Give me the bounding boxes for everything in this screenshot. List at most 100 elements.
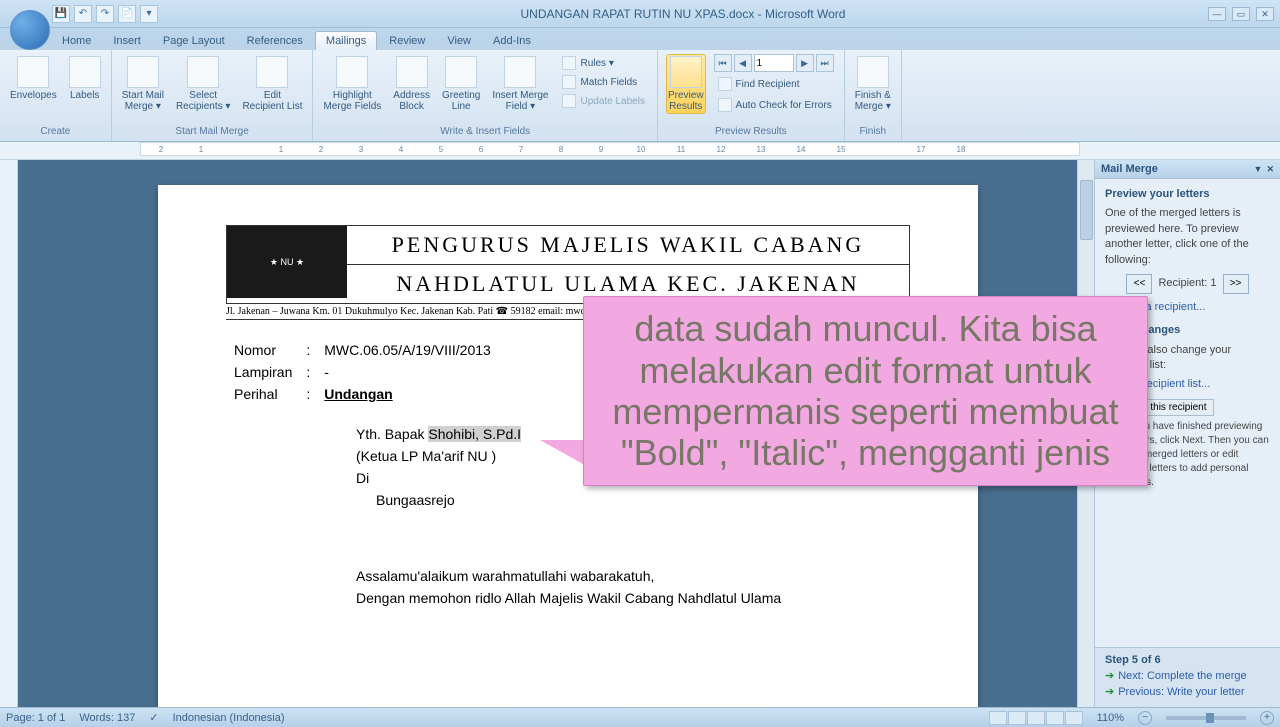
ribbon-tabs: Home Insert Page Layout References Maili… <box>0 28 1280 50</box>
taskpane-dropdown-icon[interactable]: ▼ <box>1254 164 1263 175</box>
start-mail-merge-button[interactable]: Start Mail Merge ▾ <box>120 54 166 114</box>
tp-next-link[interactable]: ➔Next: Complete the merge <box>1105 669 1270 682</box>
qat-customize-icon[interactable]: ▾ <box>140 5 158 23</box>
view-buttons <box>989 711 1083 725</box>
yth-prefix: Yth. Bapak <box>356 426 428 442</box>
scroll-thumb[interactable] <box>1080 180 1093 240</box>
zoom-in-button[interactable]: + <box>1260 711 1274 725</box>
auto-check-errors-button[interactable]: Auto Check for Errors <box>714 96 836 114</box>
para-line: Dengan memohon ridlo Allah Majelis Wakil… <box>356 590 910 606</box>
last-record-button[interactable]: ⏭ <box>816 54 834 72</box>
statusbar: Page: 1 of 1 Words: 137 ✓ Indonesian (In… <box>0 707 1280 727</box>
view-full-screen[interactable] <box>1008 711 1026 725</box>
highlight-icon <box>336 56 368 88</box>
rules-button[interactable]: Rules ▾ <box>558 54 649 72</box>
undo-icon[interactable]: ↶ <box>74 5 92 23</box>
tab-mailings[interactable]: Mailings <box>315 31 377 50</box>
taskpane-close-icon[interactable]: ✕ <box>1266 164 1274 175</box>
maximize-button[interactable]: ▭ <box>1232 7 1250 21</box>
tab-home[interactable]: Home <box>52 32 101 50</box>
group-label-start: Start Mail Merge <box>120 124 305 139</box>
tp-section1-text: One of the merged letters is previewed h… <box>1105 206 1270 268</box>
zoom-slider[interactable] <box>1166 716 1246 720</box>
nomor-label: Nomor <box>228 340 298 360</box>
status-words[interactable]: Words: 137 <box>79 712 135 724</box>
view-outline[interactable] <box>1046 711 1064 725</box>
address-icon <box>396 56 428 88</box>
group-label-create: Create <box>8 124 103 139</box>
horizontal-ruler[interactable]: 211234567891011121314151718 <box>0 142 1280 160</box>
save-icon[interactable]: 💾 <box>52 5 70 23</box>
group-label-finish: Finish <box>853 124 893 139</box>
recipients-icon <box>187 56 219 88</box>
tp-prev-button[interactable]: << <box>1126 274 1152 294</box>
insertfield-icon <box>504 56 536 88</box>
tab-insert[interactable]: Insert <box>103 32 151 50</box>
tp-section1-title: Preview your letters <box>1105 187 1270 202</box>
preview-icon <box>670 56 702 88</box>
match-icon <box>562 75 576 89</box>
group-label-preview: Preview Results <box>666 124 836 139</box>
view-draft[interactable] <box>1065 711 1083 725</box>
status-proof-icon[interactable]: ✓ <box>149 711 158 724</box>
update-labels-button: Update Labels <box>558 92 649 110</box>
zoom-out-button[interactable]: − <box>1138 711 1152 725</box>
new-icon[interactable]: 📄 <box>118 5 136 23</box>
quick-access-toolbar: 💾 ↶ ↷ 📄 ▾ <box>52 5 158 23</box>
tab-page-layout[interactable]: Page Layout <box>153 32 235 50</box>
highlight-merge-fields-button[interactable]: Highlight Merge Fields <box>321 54 383 114</box>
record-input[interactable] <box>754 54 794 72</box>
tab-add-ins[interactable]: Add-Ins <box>483 32 541 50</box>
tp-prev-link[interactable]: ➔Previous: Write your letter <box>1105 685 1270 698</box>
tp-step: Step 5 of 6 <box>1105 654 1161 666</box>
tp-recipient-label: Recipient: 1 <box>1158 276 1216 291</box>
taskpane-title: Mail Merge <box>1101 163 1158 175</box>
titlebar: 💾 ↶ ↷ 📄 ▾ UNDANGAN RAPAT RUTIN NU XPAS.d… <box>0 0 1280 28</box>
vertical-ruler[interactable] <box>0 160 18 707</box>
greeting-line-button[interactable]: Greeting Line <box>440 54 482 114</box>
view-print-layout[interactable] <box>989 711 1007 725</box>
envelope-icon <box>17 56 49 88</box>
greeting-icon <box>445 56 477 88</box>
match-fields-button[interactable]: Match Fields <box>558 73 649 91</box>
office-button[interactable] <box>10 10 50 50</box>
zoom-percent[interactable]: 110% <box>1097 712 1124 724</box>
label-icon <box>69 56 101 88</box>
close-button[interactable]: ✕ <box>1256 7 1274 21</box>
letterhead-line1: PENGURUS MAJELIS WAKIL CABANG <box>347 226 909 265</box>
edit-recipient-list-button[interactable]: Edit Recipient List <box>240 54 304 114</box>
select-recipients-button[interactable]: Select Recipients ▾ <box>174 54 233 114</box>
find-icon <box>718 77 732 91</box>
preview-results-button[interactable]: Preview Results <box>666 54 706 114</box>
org-logo: ★ NU ★ <box>227 226 347 298</box>
tempat-line: Bungaasrejo <box>376 492 910 508</box>
group-label-write: Write & Insert Fields <box>321 124 649 139</box>
merge-name: Shohibi, S.Pd.I <box>428 426 521 442</box>
tab-references[interactable]: References <box>237 32 313 50</box>
tab-view[interactable]: View <box>437 32 481 50</box>
tab-review[interactable]: Review <box>379 32 435 50</box>
view-web-layout[interactable] <box>1027 711 1045 725</box>
minimize-button[interactable]: — <box>1208 7 1226 21</box>
status-language[interactable]: Indonesian (Indonesia) <box>173 712 285 724</box>
insert-merge-field-button[interactable]: Insert Merge Field ▾ <box>490 54 550 114</box>
envelopes-button[interactable]: Envelopes <box>8 54 59 103</box>
ribbon: Envelopes Labels Create Start Mail Merge… <box>0 50 1280 142</box>
mailmerge-icon <box>127 56 159 88</box>
window-title: UNDANGAN RAPAT RUTIN NU XPAS.docx - Micr… <box>158 7 1208 21</box>
finish-icon <box>857 56 889 88</box>
find-recipient-button[interactable]: Find Recipient <box>714 75 836 93</box>
finish-merge-button[interactable]: Finish & Merge ▾ <box>853 54 893 114</box>
autocheck-icon <box>718 98 732 112</box>
tp-next-button[interactable]: >> <box>1223 274 1249 294</box>
next-record-button[interactable]: ▶ <box>796 54 814 72</box>
first-record-button[interactable]: ⏮ <box>714 54 732 72</box>
status-page[interactable]: Page: 1 of 1 <box>6 712 65 724</box>
address-block-button[interactable]: Address Block <box>391 54 432 114</box>
perihal-label: Perihal <box>228 384 298 404</box>
redo-icon[interactable]: ↷ <box>96 5 114 23</box>
lampiran-value: - <box>318 362 497 382</box>
labels-button[interactable]: Labels <box>67 54 103 103</box>
prev-record-button[interactable]: ◀ <box>734 54 752 72</box>
rules-icon <box>562 56 576 70</box>
